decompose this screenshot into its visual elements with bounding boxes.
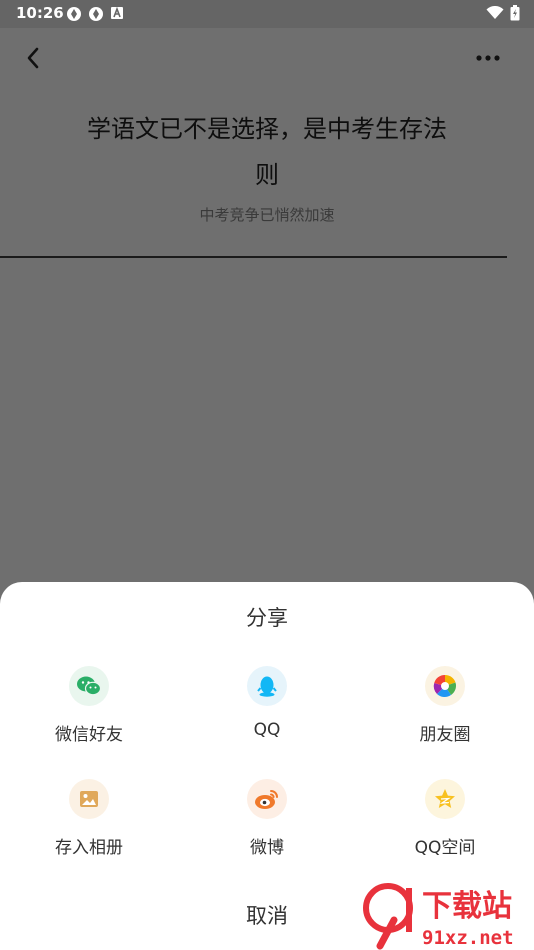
- share-sheet-title: 分享: [246, 606, 288, 630]
- battery-charging-icon: [510, 5, 520, 21]
- share-weibo-button[interactable]: 微博: [197, 779, 337, 858]
- sync-icon: [89, 7, 103, 21]
- status-time: 10:26: [16, 4, 64, 22]
- status-right-icons: [486, 5, 520, 21]
- sync-icon: [67, 7, 81, 21]
- wifi-icon: [486, 6, 504, 19]
- share-label-moments: 朋友圈: [419, 725, 471, 745]
- chevron-left-icon[interactable]: [22, 46, 46, 70]
- share-label-wechat: 微信好友: [55, 725, 123, 745]
- watermark-line2: 91xz.net: [422, 927, 514, 949]
- more-dots-icon[interactable]: [474, 48, 504, 68]
- status-left-icons: [66, 6, 124, 22]
- share-label-qzone: QQ空间: [414, 838, 476, 858]
- share-wechat-friends-button[interactable]: 微信好友: [19, 666, 159, 745]
- site-watermark-logo: 下载站 91xz.net: [363, 883, 514, 950]
- share-label-album: 存入相册: [55, 838, 123, 858]
- article-subtitle: 中考竞争已悄然加速: [199, 206, 335, 224]
- font-app-icon: [111, 6, 123, 19]
- wechat-icon: [69, 666, 109, 706]
- share-moments-button[interactable]: 朋友圈: [375, 666, 515, 745]
- article-title: 学语文已不是选择，是中考生存法则: [87, 115, 447, 189]
- qq-icon: [247, 666, 287, 706]
- share-qzone-button[interactable]: QQ空间: [375, 779, 515, 858]
- share-qq-button[interactable]: QQ: [197, 666, 337, 740]
- album-icon: [69, 779, 109, 819]
- status-bar: 10:26: [0, 0, 534, 28]
- share-label-weibo: 微博: [250, 838, 284, 858]
- weibo-icon: [247, 779, 287, 819]
- divider: [0, 256, 507, 258]
- moments-icon: [425, 666, 465, 706]
- share-label-qq: QQ: [253, 720, 281, 740]
- cancel-button[interactable]: 取消: [187, 900, 347, 930]
- qzone-icon: [425, 779, 465, 819]
- watermark-line1: 下载站: [422, 889, 512, 924]
- share-save-album-button[interactable]: 存入相册: [19, 779, 159, 858]
